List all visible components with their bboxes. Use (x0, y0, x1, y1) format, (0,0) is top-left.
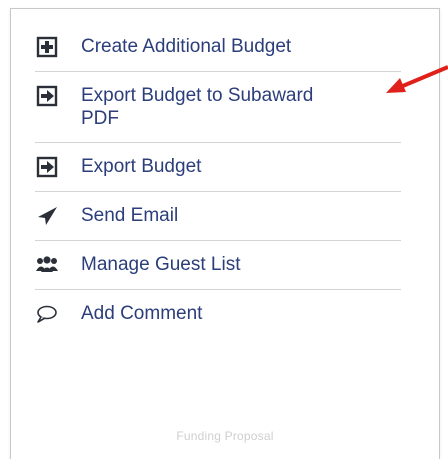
create-additional-budget-item[interactable]: Create Additional Budget (35, 23, 401, 72)
footer-caption: Funding Proposal (176, 429, 274, 443)
send-email-label: Send Email (81, 205, 179, 226)
send-email-item[interactable]: Send Email (35, 192, 401, 241)
paper-plane-icon (35, 204, 59, 228)
actions-panel: Create Additional Budget Export Budget t… (10, 8, 440, 459)
create-additional-budget-label: Create Additional Budget (81, 36, 292, 57)
add-comment-label: Add Comment (81, 303, 203, 324)
users-icon (35, 253, 59, 277)
export-icon (35, 84, 59, 108)
comment-icon (35, 302, 59, 326)
add-comment-item[interactable]: Add Comment (35, 290, 401, 338)
actions-menu: Create Additional Budget Export Budget t… (35, 23, 401, 338)
export-icon (35, 155, 59, 179)
export-budget-label: Export Budget (81, 156, 202, 177)
export-budget-item[interactable]: Export Budget (35, 143, 401, 192)
manage-guest-list-item[interactable]: Manage Guest List (35, 241, 401, 290)
export-budget-to-subaward-pdf-item[interactable]: Export Budget to Subaward PDF (35, 72, 401, 143)
plus-box-icon (35, 35, 59, 59)
manage-guest-list-label: Manage Guest List (81, 254, 241, 275)
export-budget-to-subaward-pdf-label: Export Budget to Subaward PDF (81, 85, 314, 129)
red-annotation-arrow (386, 65, 448, 93)
